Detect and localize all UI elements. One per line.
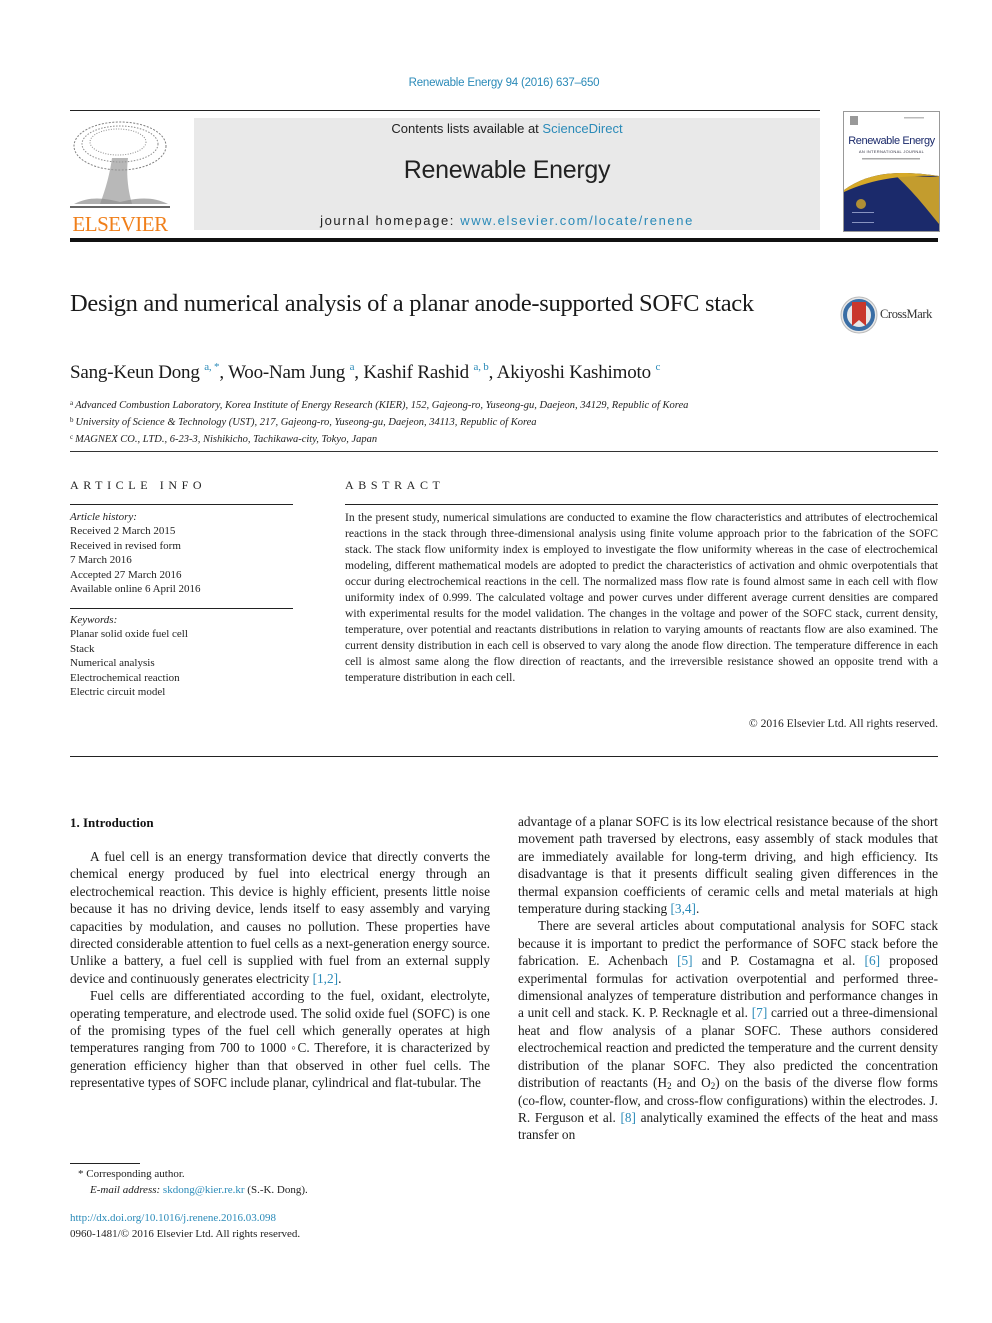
crossmark-label: CrossMark (880, 307, 932, 321)
author-list: Sang-Keun Dong a, *, Woo-Nam Jung a, Kas… (70, 361, 660, 384)
email-label: E-mail address: (90, 1184, 163, 1196)
author-affiliation-mark[interactable]: a, b (474, 361, 489, 373)
keywords: Keywords: Planar solid oxide fuel cell S… (70, 613, 300, 699)
paragraph-text: A fuel cell is an energy transformation … (70, 849, 490, 986)
affiliation-text: Advanced Combustion Laboratory, Korea In… (75, 400, 689, 411)
affiliation-mark: b (70, 416, 74, 424)
history-item: Received 2 March 2015 (70, 525, 176, 538)
author-separator: , (354, 362, 364, 383)
cover-artwork-icon (844, 116, 939, 231)
elsevier-logo[interactable]: ELSEVIER (70, 118, 170, 236)
journal-reference-link[interactable]: Renewable Energy 94 (2016) 637–650 (0, 77, 992, 89)
affiliation-mark: a (70, 399, 74, 407)
citation-link[interactable]: [1,2] (313, 971, 338, 986)
article-info-heading: ARTICLE INFO (70, 478, 207, 492)
cover-title: Renewable Energy (848, 135, 935, 147)
history-item: Received in revised form (70, 539, 181, 552)
intro-paragraph: There are several articles about computa… (518, 917, 938, 1143)
right-column: advantage of a planar SOFC is its low el… (518, 813, 938, 1144)
affiliation-item: c MAGNEX CO., LTD., 6-23-3, Nishikicho, T… (70, 430, 688, 447)
crossmark-button[interactable]: CrossMark (840, 296, 940, 334)
author-name[interactable]: Kashif Rashid (363, 362, 469, 383)
abstract-heading: ABSTRACT (345, 478, 445, 492)
history-item: Available online 6 April 2016 (70, 583, 201, 596)
keywords-label: Keywords: (70, 614, 118, 626)
author-affiliation-mark[interactable]: c (655, 361, 660, 373)
keyword-item: Planar solid oxide fuel cell (70, 628, 188, 641)
citation-link[interactable]: [5] (677, 953, 693, 968)
homepage-line: journal homepage: www.elsevier.com/locat… (194, 213, 820, 228)
author-name[interactable]: Woo-Nam Jung (228, 362, 345, 383)
abstract-text: In the present study, numerical simulati… (345, 511, 938, 684)
left-column: A fuel cell is an energy transformation … (70, 848, 490, 1092)
author-name[interactable]: Sang-Keun Dong (70, 362, 200, 383)
journal-cover-thumbnail[interactable]: Renewable Energy AN INTERNATIONAL JOURNA… (843, 111, 940, 232)
article-history: Article history: Received 2 March 2015 R… (70, 510, 300, 596)
corresponding-author-note: * Corresponding author. (78, 1168, 185, 1180)
intro-paragraph: advantage of a planar SOFC is its low el… (518, 814, 938, 917)
header-top-rule (70, 110, 820, 111)
introduction-heading: 1. Introduction (70, 815, 154, 830)
article-info-rule (70, 504, 293, 505)
affiliation-item: a Advanced Combustion Laboratory, Korea I… (70, 396, 688, 413)
citation-link[interactable]: [7] (752, 1005, 768, 1020)
abstract-bottom-rule (70, 756, 938, 757)
crossmark-icon (840, 296, 878, 334)
affiliation-mark: c (70, 433, 74, 441)
contents-prefix: Contents lists available at (391, 121, 543, 136)
header-bottom-rule (70, 238, 938, 242)
journal-name: Renewable Energy (403, 156, 611, 184)
journal-banner: Contents lists available at ScienceDirec… (194, 118, 820, 230)
elsevier-wordmark: ELSEVIER (72, 212, 168, 236)
author-name[interactable]: Akiyoshi Kashimoto (497, 362, 651, 383)
history-item: Accepted 27 March 2016 (70, 568, 182, 581)
corresponding-author-footnote: * Corresponding author. E-mail address: … (70, 1166, 308, 1198)
abstract-rule (345, 504, 938, 505)
paragraph-text: advantage of a planar SOFC is its low el… (518, 814, 938, 917)
history-item: 7 March 2016 (70, 554, 132, 567)
elsevier-tree-icon (70, 121, 170, 208)
affiliation-item: b University of Science & Technology (UST… (70, 413, 688, 430)
contents-line: Contents lists available at ScienceDirec… (194, 121, 820, 136)
journal-homepage-link[interactable]: www.elsevier.com/locate/renene (460, 213, 694, 228)
article-history-label: Article history: (70, 511, 137, 523)
section-divider (70, 451, 938, 452)
author-affiliation-mark[interactable]: a, * (204, 361, 219, 373)
abstract-copyright: © 2016 Elsevier Ltd. All rights reserved… (748, 717, 938, 730)
affiliation-text: MAGNEX CO., LTD., 6-23-3, Nishikicho, Ta… (75, 434, 378, 445)
issn-copyright: 0960-1481/© 2016 Elsevier Ltd. All right… (70, 1228, 301, 1240)
author-separator: , (219, 362, 229, 383)
affiliation-text: University of Science & Technology (UST)… (75, 417, 537, 428)
paragraph-text: and O (671, 1075, 711, 1091)
keyword-item: Stack (70, 642, 95, 655)
keyword-item: Electrochemical reaction (70, 671, 180, 684)
footnote-rule (70, 1163, 140, 1164)
doi-link[interactable]: http://dx.doi.org/10.1016/j.renene.2016.… (70, 1210, 300, 1226)
keyword-item: Electric circuit model (70, 686, 166, 699)
affiliation-list: a Advanced Combustion Laboratory, Korea I… (70, 396, 688, 447)
citation-link[interactable]: [3,4] (671, 901, 696, 916)
paragraph-text: and P. Costamagna et al. (692, 953, 865, 969)
intro-paragraph: A fuel cell is an energy transformation … (70, 849, 490, 986)
citation-link[interactable]: [6] (865, 953, 881, 968)
email-link[interactable]: skdong@kier.re.kr (163, 1184, 245, 1196)
email-line: E-mail address: skdong@kier.re.kr (S.-K.… (70, 1182, 308, 1198)
homepage-prefix: journal homepage: (320, 213, 461, 228)
paragraph-text: Fuel cells are differentiated according … (70, 988, 490, 1091)
intro-paragraph: Fuel cells are differentiated according … (70, 987, 490, 1091)
keyword-item: Numerical analysis (70, 657, 155, 670)
cover-subtitle: AN INTERNATIONAL JOURNAL (858, 149, 925, 154)
article-title: Design and numerical analysis of a plana… (70, 290, 754, 317)
author-separator: , (488, 362, 497, 383)
keywords-rule (70, 608, 293, 609)
citation-link[interactable]: [8] (620, 1110, 636, 1125)
doi-block: http://dx.doi.org/10.1016/j.renene.2016.… (70, 1210, 300, 1242)
email-suffix: (S.-K. Dong). (244, 1184, 308, 1196)
sciencedirect-link[interactable]: ScienceDirect (542, 121, 622, 136)
